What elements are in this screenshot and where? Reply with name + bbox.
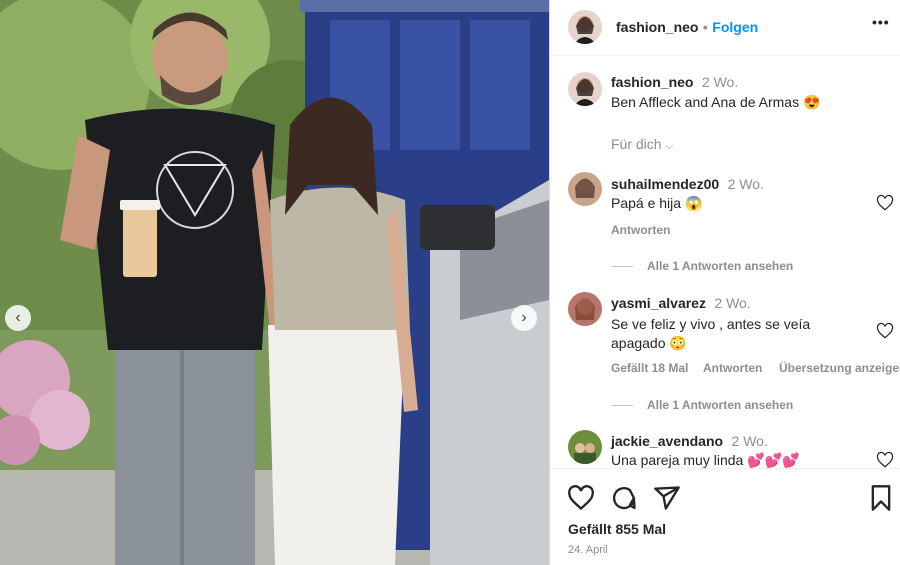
comment-like-heart-icon[interactable] bbox=[876, 451, 894, 468]
comment-text: Se ve feliz y vivo , antes se veía apaga… bbox=[611, 316, 811, 351]
comment-like-heart-icon[interactable] bbox=[876, 322, 894, 340]
comment-like-heart-icon[interactable] bbox=[876, 194, 894, 212]
chevron-left-icon[interactable]: ‹ bbox=[5, 305, 31, 331]
view-replies-link[interactable]: Alle 1 Antworten ansehen bbox=[647, 398, 793, 412]
post-photo[interactable]: ‹ › bbox=[0, 0, 549, 565]
replies-divider bbox=[611, 266, 633, 267]
comment-age: 2 Wo. bbox=[714, 295, 751, 311]
commenter-avatar[interactable] bbox=[568, 292, 602, 326]
likes-count[interactable]: Gefällt 855 Mal bbox=[568, 521, 666, 537]
chevron-right-icon[interactable]: › bbox=[511, 305, 537, 331]
comment-age: 2 Wo. bbox=[731, 433, 768, 449]
author-username[interactable]: fashion_neo bbox=[616, 19, 698, 35]
view-replies-link[interactable]: Alle 1 Antworten ansehen bbox=[647, 259, 793, 273]
caption-username[interactable]: fashion_neo bbox=[611, 74, 693, 90]
author-avatar[interactable] bbox=[568, 10, 602, 44]
reply-button[interactable]: Antworten bbox=[703, 361, 762, 375]
comment-age: 2 Wo. bbox=[727, 176, 764, 192]
post-actions-footer: Gefällt 855 Mal 24. April bbox=[550, 468, 900, 565]
commenter-avatar[interactable] bbox=[568, 172, 602, 206]
commenter-avatar[interactable] bbox=[568, 430, 602, 464]
for-you-link[interactable]: Für dich ⌵ bbox=[611, 136, 673, 152]
post-sidebar: fashion_neo • Folgen ••• fashion_neo 2 W… bbox=[549, 0, 900, 565]
comment-username[interactable]: yasmi_alvarez bbox=[611, 295, 706, 311]
comment-text: Papá e hija 😱 bbox=[611, 195, 703, 211]
comment-bubble-icon[interactable] bbox=[610, 484, 638, 512]
bookmark-icon[interactable] bbox=[867, 484, 895, 512]
replies-divider bbox=[611, 405, 633, 406]
reply-button[interactable]: Antworten bbox=[611, 223, 670, 237]
follow-button[interactable]: Folgen bbox=[712, 19, 758, 35]
comment-username[interactable]: suhailmendez00 bbox=[611, 176, 719, 192]
photo-illustration bbox=[0, 0, 549, 565]
post-header: fashion_neo • Folgen ••• bbox=[550, 0, 900, 56]
comment-likes-count[interactable]: Gefällt 18 Mal bbox=[611, 361, 688, 375]
caption-text: Ben Affleck and Ana de Armas 😍 bbox=[611, 94, 821, 110]
comments-list[interactable]: fashion_neo 2 Wo. Ben Affleck and Ana de… bbox=[550, 56, 900, 468]
caption-avatar[interactable] bbox=[568, 72, 602, 106]
share-icon[interactable] bbox=[653, 484, 681, 512]
more-options-icon[interactable]: ••• bbox=[872, 14, 890, 30]
chevron-down-icon: ⌵ bbox=[665, 141, 674, 152]
show-translation-link[interactable]: Übersetzung anzeigen bbox=[779, 361, 900, 375]
comment-username[interactable]: jackie_avendano bbox=[611, 433, 723, 449]
comment-text: Una pareja muy linda 💕💕💕 bbox=[611, 452, 800, 468]
separator-dot: • bbox=[702, 19, 708, 35]
like-heart-icon[interactable] bbox=[567, 484, 595, 512]
caption-age: 2 Wo. bbox=[701, 74, 739, 90]
post-date: 24. April bbox=[568, 544, 608, 556]
